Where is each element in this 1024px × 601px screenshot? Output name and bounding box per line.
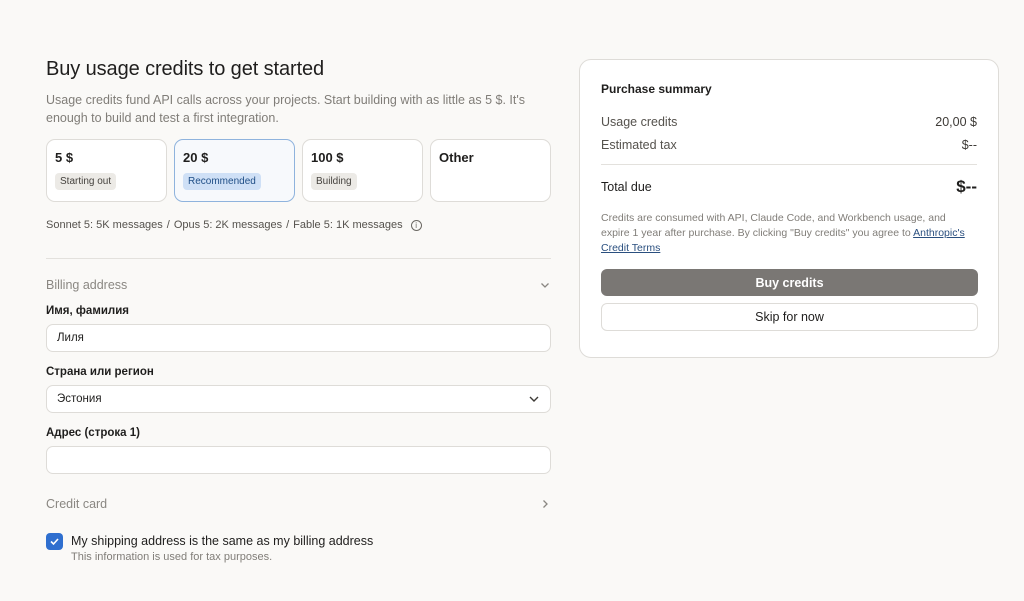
country-label: Страна или регион <box>46 366 154 378</box>
terms-body: Credits are consumed with API, Claude Co… <box>601 212 946 239</box>
estimated-tax-value: $-- <box>961 138 977 152</box>
option-amount: 5 $ <box>55 150 74 165</box>
total-due-row: Total due $-- <box>601 177 977 197</box>
page-title: Buy usage credits to get started <box>46 58 325 80</box>
option-amount: Other <box>439 150 474 165</box>
usage-credits-row: Usage credits 20,00 $ <box>601 115 977 129</box>
usage-credits-value: 20,00 $ <box>935 115 977 129</box>
shipping-same-checkbox[interactable] <box>46 533 63 550</box>
purchase-form: Buy usage credits to get started Usage c… <box>46 58 551 563</box>
country-select[interactable]: Эстония <box>46 385 551 413</box>
shipping-same-label: My shipping address is the same as my bi… <box>71 534 374 548</box>
name-label: Имя, фамилия <box>46 305 129 317</box>
separator: / <box>166 219 170 231</box>
estimated-tax-label: Estimated tax <box>601 138 677 152</box>
usage-credits-label: Usage credits <box>601 115 678 129</box>
separator: / <box>286 219 290 231</box>
terms-text: Credits are consumed with API, Claude Co… <box>601 211 977 256</box>
chevron-down-icon <box>529 396 539 402</box>
credit-card-label: Credit card <box>46 497 108 511</box>
models-note: Sonnet 5: 5K messages / Opus 5: 2K messa… <box>46 219 551 231</box>
chevron-down-icon <box>541 283 549 288</box>
shipping-same-sublabel: This information is used for tax purpose… <box>71 551 273 563</box>
info-icon[interactable]: i <box>410 219 422 231</box>
option-badge: Recommended <box>183 173 261 190</box>
billing-address-header[interactable]: Billing address <box>46 278 551 292</box>
credit-option-other[interactable]: Other <box>430 139 551 202</box>
credit-card-header[interactable]: Credit card <box>46 497 551 511</box>
option-badge: Building <box>311 173 357 190</box>
summary-divider <box>601 164 977 165</box>
billing-address-label: Billing address <box>46 278 128 292</box>
credit-option-5[interactable]: 5 $ Starting out <box>46 139 167 202</box>
address-label: Адрес (строка 1) <box>46 427 140 439</box>
summary-title: Purchase summary <box>601 82 712 96</box>
check-icon <box>50 538 59 546</box>
purchase-summary-card: Purchase summary Usage credits 20,00 $ E… <box>579 59 999 358</box>
shipping-same-row: My shipping address is the same as my bi… <box>46 533 551 563</box>
option-amount: 20 $ <box>183 150 209 165</box>
chevron-right-icon <box>543 500 548 508</box>
page-subtitle: Usage credits fund API calls across your… <box>46 93 525 125</box>
sonnet-note: Sonnet 5: 5K messages <box>46 219 163 231</box>
estimated-tax-row: Estimated tax $-- <box>601 138 977 152</box>
address-input[interactable] <box>46 446 551 474</box>
fable-note: Fable 5: 1K messages <box>293 219 403 231</box>
total-due-value: $-- <box>956 177 977 196</box>
buy-credits-button[interactable]: Buy credits <box>601 269 978 296</box>
credit-option-100[interactable]: 100 $ Building <box>302 139 423 202</box>
country-value: Эстония <box>57 393 102 405</box>
divider <box>46 258 551 259</box>
name-input[interactable]: Лиля <box>46 324 551 352</box>
skip-button[interactable]: Skip for now <box>601 303 978 331</box>
name-value: Лиля <box>57 332 84 344</box>
credit-option-20[interactable]: 20 $ Recommended <box>174 139 295 202</box>
credit-options: 5 $ Starting out 20 $ Recommended 100 $ … <box>46 139 551 202</box>
total-due-label: Total due <box>601 180 652 194</box>
option-amount: 100 $ <box>311 150 344 165</box>
option-badge: Starting out <box>55 173 117 190</box>
opus-note: Opus 5: 2K messages <box>173 219 283 231</box>
